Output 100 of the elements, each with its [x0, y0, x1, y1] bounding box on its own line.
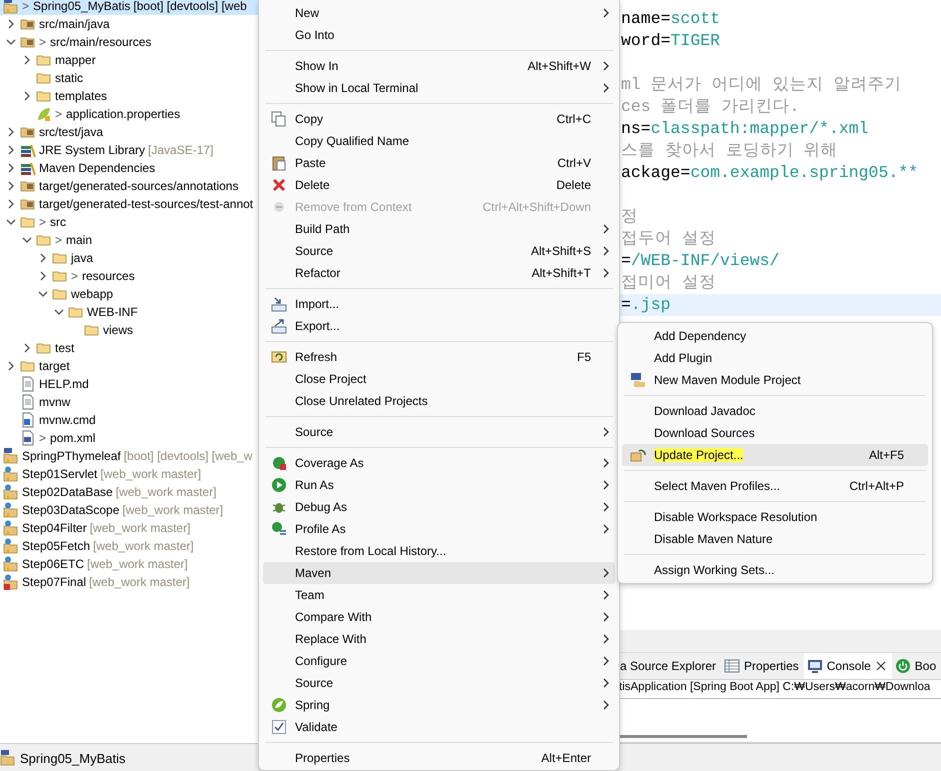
tree-item[interactable]: Step01Servlet [web_work master]	[0, 465, 258, 483]
menu-item[interactable]: Delete Delete	[263, 174, 615, 196]
tree-item[interactable]: > Spring05_MyBatis [boot] [devtools] [web	[0, 0, 258, 15]
menu-item[interactable]: Build Path	[263, 218, 615, 240]
tree-item[interactable]: Step07Final [web_work master]	[0, 573, 258, 591]
tree-item[interactable]: Step04Filter [web_work master]	[0, 519, 258, 537]
tree-item[interactable]: > resources	[0, 267, 258, 285]
menu-item[interactable]: Add Dependency	[622, 325, 928, 347]
menu-item[interactable]: Disable Workspace Resolution	[622, 506, 928, 528]
tree-item[interactable]: mvnw	[0, 393, 258, 411]
menu-item[interactable]: Profile As	[263, 518, 615, 540]
tree-item[interactable]: > main	[0, 231, 258, 249]
tree-item[interactable]: webapp	[0, 285, 258, 303]
view-tab[interactable]: Properties	[721, 653, 804, 679]
close-icon[interactable]	[874, 660, 887, 672]
tree-item[interactable]: > src	[0, 213, 258, 231]
chevron-right-icon[interactable]	[6, 181, 16, 191]
chevron-right-icon[interactable]	[6, 199, 16, 209]
menu-item[interactable]: Disable Maven Nature	[622, 528, 928, 550]
menu-item[interactable]: Show in Local Terminal	[263, 77, 615, 99]
menu-item[interactable]: Coverage As	[263, 452, 615, 474]
menu-item[interactable]: Copy Ctrl+C	[263, 108, 615, 130]
tree-item[interactable]: mvnw.cmd	[0, 411, 258, 429]
tree-item[interactable]: static	[0, 69, 258, 87]
chevron-right-icon[interactable]	[38, 253, 48, 263]
tree-item[interactable]: Step03DataScope [web_work master]	[0, 501, 258, 519]
menu-item[interactable]: Refactor Alt+Shift+T	[263, 262, 615, 284]
tree-item[interactable]: > src/main/resources	[0, 33, 258, 51]
menu-item[interactable]: Source	[263, 421, 615, 443]
menu-item[interactable]: Copy Qualified Name	[263, 130, 615, 152]
scrollbar-thumb[interactable]	[617, 734, 747, 738]
menu-item[interactable]: Export...	[263, 315, 615, 337]
tree-item[interactable]: src/main/java	[0, 15, 258, 33]
menu-item[interactable]: New Maven Module Project	[622, 369, 928, 391]
tree-item[interactable]: > pom.xml	[0, 429, 258, 447]
property-key: =	[621, 251, 631, 270]
tree-item[interactable]: target/generated-test-sources/test-annot	[0, 195, 258, 213]
chevron-down-icon[interactable]	[54, 307, 64, 317]
tree-item[interactable]: views	[0, 321, 258, 339]
tree-item[interactable]: SpringPThymeleaf [boot] [devtools] [web_w	[0, 447, 258, 465]
menu-item[interactable]: Compare With	[263, 606, 615, 628]
menu-item[interactable]: Properties Alt+Enter	[263, 747, 615, 769]
maven-project-icon	[3, 0, 19, 14]
menu-item[interactable]: Update Project... Alt+F5	[622, 444, 928, 466]
menu-item[interactable]: New	[263, 2, 615, 24]
chevron-right-icon[interactable]	[6, 163, 16, 173]
tree-item[interactable]: Step06ETC [web_work master]	[0, 555, 258, 573]
menu-item[interactable]: Close Unrelated Projects	[263, 390, 615, 412]
menu-item[interactable]: Run As	[263, 474, 615, 496]
chevron-right-icon[interactable]	[38, 271, 48, 281]
chevron-right-icon[interactable]	[22, 55, 32, 65]
tree-item[interactable]: templates	[0, 87, 258, 105]
menu-item[interactable]: Download Javadoc	[622, 400, 928, 422]
menu-item[interactable]: Add Plugin	[622, 347, 928, 369]
menu-item[interactable]: Refresh F5	[263, 346, 615, 368]
menu-item[interactable]: Restore from Local History...	[263, 540, 615, 562]
menu-item[interactable]: Select Maven Profiles... Ctrl+Alt+P	[622, 475, 928, 497]
menu-item[interactable]: Source	[263, 672, 615, 694]
tree-item[interactable]: java	[0, 249, 258, 267]
chevron-right-icon[interactable]	[22, 91, 32, 101]
chevron-right-icon[interactable]	[6, 361, 16, 371]
tree-item[interactable]: mapper	[0, 51, 258, 69]
tree-item[interactable]: test	[0, 339, 258, 357]
tree-item[interactable]: WEB-INF	[0, 303, 258, 321]
chevron-right-icon[interactable]	[22, 343, 32, 353]
menu-item[interactable]: Show In Alt+Shift+W	[263, 55, 615, 77]
menu-item[interactable]: Validate	[263, 716, 615, 738]
chevron-right-icon[interactable]	[6, 145, 16, 155]
menu-item[interactable]: Import...	[263, 293, 615, 315]
tree-item[interactable]: src/test/java	[0, 123, 258, 141]
menu-item[interactable]: Paste Ctrl+V	[263, 152, 615, 174]
menu-item[interactable]: Team	[263, 584, 615, 606]
menu-item[interactable]: Go Into	[263, 24, 615, 46]
menu-item[interactable]: Maven	[263, 562, 615, 584]
tree-item[interactable]: HELP.md	[0, 375, 258, 393]
chevron-down-icon[interactable]	[38, 289, 48, 299]
menu-item[interactable]: Replace With	[263, 628, 615, 650]
tree-item[interactable]: target/generated-sources/annotations	[0, 177, 258, 195]
chevron-down-icon[interactable]	[22, 235, 32, 245]
chevron-down-icon[interactable]	[6, 217, 16, 227]
menu-item[interactable]: Debug As	[263, 496, 615, 518]
property-value: com.example.spring05.**	[690, 163, 918, 182]
menu-item[interactable]: Close Project	[263, 368, 615, 390]
tree-item[interactable]: JRE System Library [JavaSE-17]	[0, 141, 258, 159]
menu-item[interactable]: Assign Working Sets...	[622, 559, 928, 581]
view-tab[interactable]: a Source Explorer	[617, 653, 722, 679]
chevron-right-icon[interactable]	[6, 127, 16, 137]
menu-item[interactable]: Configure	[263, 650, 615, 672]
menu-item[interactable]: Download Sources	[622, 422, 928, 444]
tree-item[interactable]: Step02DataBase [web_work master]	[0, 483, 258, 501]
view-tab[interactable]: Boo	[892, 653, 941, 679]
menu-item[interactable]: Spring	[263, 694, 615, 716]
tree-item[interactable]: Step05Fetch [web_work master]	[0, 537, 258, 555]
tree-item[interactable]: target	[0, 357, 258, 375]
menu-item[interactable]: Source Alt+Shift+S	[263, 240, 615, 262]
view-tab[interactable]: Console	[804, 653, 892, 679]
tree-item[interactable]: Maven Dependencies	[0, 159, 258, 177]
chevron-right-icon[interactable]	[6, 19, 16, 29]
tree-item[interactable]: > application.properties	[0, 105, 258, 123]
chevron-down-icon[interactable]	[6, 37, 16, 47]
